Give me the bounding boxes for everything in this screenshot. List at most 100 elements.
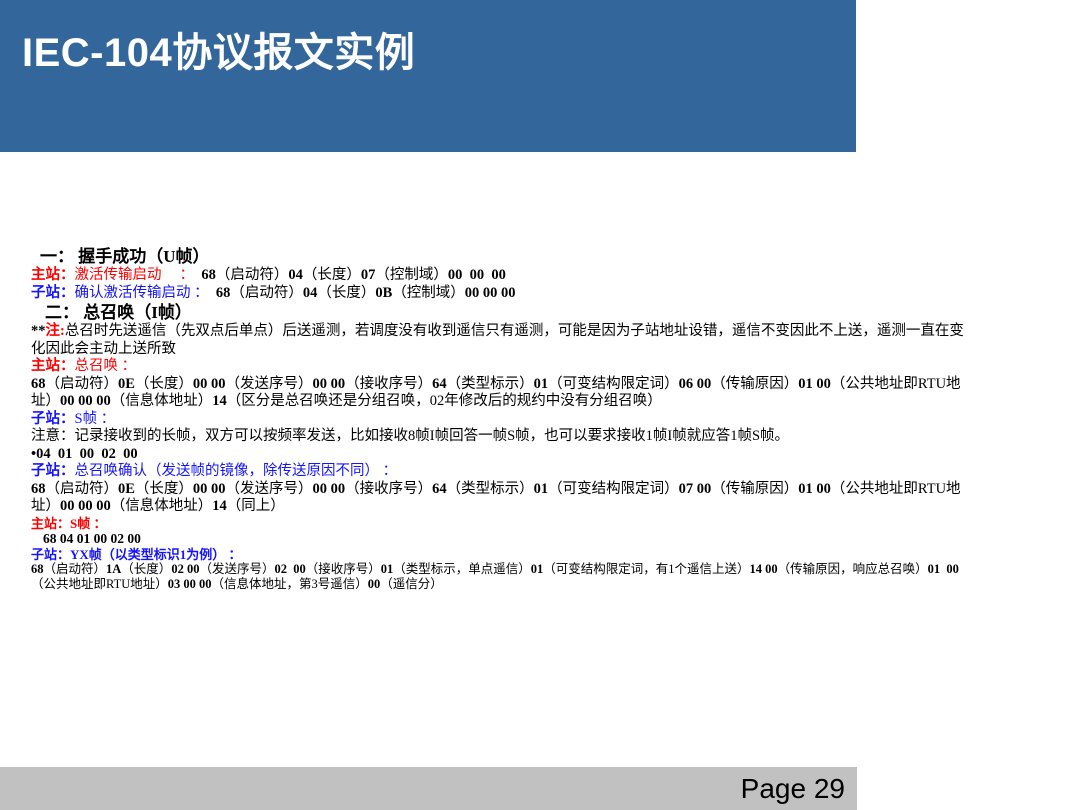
- page-title: IEC-104协议报文实例: [0, 0, 856, 76]
- text-segment: YX帧（以类型标识1为例） ：: [70, 547, 242, 562]
- text-segment: 07 00: [679, 481, 712, 497]
- text-segment: 01: [534, 376, 549, 392]
- text-segment: 01: [531, 562, 544, 576]
- text-segment: 01 00: [798, 481, 831, 497]
- text-segment: 04: [303, 285, 318, 301]
- text-segment: [209, 285, 216, 301]
- text-segment: （接收序号）: [345, 481, 432, 497]
- text-segment: 0B: [375, 285, 392, 301]
- text-segment: 07: [361, 267, 376, 283]
- text-segment: 06 00: [679, 376, 712, 392]
- text-segment: 68: [31, 481, 46, 497]
- slide-body-text: 一： 握手成功（U帧）主站：激活传输启动 ： 68（启动符）04（长度）07（控…: [31, 246, 969, 591]
- text-segment: 68 04 01 00 02 00: [43, 531, 141, 546]
- text-segment: （接收序号）: [306, 562, 381, 576]
- text-segment: 子站：: [31, 463, 75, 479]
- text-segment: 确认激活传输启动 ：: [75, 285, 209, 301]
- text-segment: （发送序号）: [226, 481, 313, 497]
- text-segment: 主站：: [31, 267, 75, 283]
- text-segment: 激活传输启动 ：: [75, 267, 195, 283]
- text-segment: （发送序号）: [199, 562, 274, 576]
- text-segment: （接收序号）: [345, 376, 432, 392]
- text-segment: 00 00 00: [465, 285, 516, 301]
- text-segment: 14: [212, 498, 227, 514]
- text-segment: 64: [432, 481, 447, 497]
- text-segment: S帧 ：: [70, 516, 106, 531]
- text-segment: 01 00: [798, 376, 831, 392]
- text-segment: （信息体地址，第3号遥信）: [212, 577, 368, 591]
- text-segment: 00 00: [313, 481, 346, 497]
- text-line: 68（启动符）1A（长度）02 00（发送序号）02 00（接收序号）01（类型…: [31, 562, 969, 591]
- text-segment: 二： 总召唤（I帧）: [45, 303, 192, 322]
- text-segment: （长度）: [135, 481, 193, 497]
- text-line: 子站：总召唤确认（发送帧的镜像，除传送原因不同） ：: [31, 463, 969, 481]
- text-segment: （传输原因）: [711, 481, 798, 497]
- text-segment: （同上）: [227, 498, 285, 514]
- text-segment: 00 00 00: [60, 393, 111, 409]
- text-segment: 01 00: [928, 562, 959, 576]
- text-segment: （类型标示）: [447, 376, 534, 392]
- text-segment: 68: [201, 267, 216, 283]
- text-segment: 01: [381, 562, 394, 576]
- text-line: 主站：总召唤 ：: [31, 358, 969, 376]
- text-segment: 02 00: [274, 562, 305, 576]
- text-segment: 14: [212, 393, 227, 409]
- text-segment: （启动符）: [46, 481, 119, 497]
- text-segment: 注意：记录接收到的长帧，双方可以按频率发送，比如接收8帧I帧回答一帧S帧，也可以…: [31, 428, 789, 444]
- text-segment: （公共地址即RTU地址）: [31, 577, 168, 591]
- text-segment: （发送序号）: [226, 376, 313, 392]
- text-segment: （传输原因）: [711, 376, 798, 392]
- text-segment: （长度）: [121, 562, 171, 576]
- text-line: 二： 总召唤（I帧）: [31, 303, 969, 322]
- text-segment: S帧 ：: [75, 411, 116, 427]
- text-line: **注:总召时先送遥信（先双点后单点）后送遥测，若调度没有收到遥信只有遥测，可能…: [31, 323, 969, 358]
- text-segment: 02 00: [171, 562, 199, 576]
- text-line: 68（启动符）0E（长度）00 00（发送序号）00 00（接收序号）64（类型…: [31, 481, 969, 516]
- text-segment: 总召时先送遥信（先双点后单点）后送遥测，若调度没有收到遥信只有遥测，可能是因为子…: [31, 323, 964, 357]
- text-segment: 注:: [46, 323, 65, 339]
- text-line: •04 01 00 02 00: [31, 446, 969, 464]
- text-segment: **: [31, 323, 46, 339]
- text-segment: 00: [368, 577, 381, 591]
- text-line: 注意：记录接收到的长帧，双方可以按频率发送，比如接收8帧I帧回答一帧S帧，也可以…: [31, 428, 969, 446]
- text-line: 子站：确认激活传输启动 ： 68（启动符）04（长度）0B（控制域）00 00 …: [31, 285, 969, 303]
- text-segment: （信息体地址）: [111, 498, 213, 514]
- text-segment: （长度）: [317, 285, 375, 301]
- text-segment: （启动符）: [44, 562, 107, 576]
- text-segment: （启动符）: [46, 376, 119, 392]
- text-segment: 总召唤 ：: [75, 358, 137, 374]
- text-segment: （传输原因，响应总召唤）: [778, 562, 928, 576]
- text-segment: •04 01 00 02 00: [31, 446, 138, 462]
- slide-header-bar: IEC-104协议报文实例: [0, 0, 856, 152]
- text-segment: 一： 握手成功（U帧）: [40, 247, 210, 266]
- text-segment: 04: [288, 267, 303, 283]
- text-segment: （遥信分）: [380, 577, 443, 591]
- text-segment: 子站：: [31, 411, 75, 427]
- text-line: 68（启动符）0E（长度）00 00（发送序号）00 00（接收序号）64（类型…: [31, 376, 969, 411]
- text-segment: 0E: [118, 481, 135, 497]
- text-segment: 68: [31, 562, 44, 576]
- page-number: Page 29: [741, 773, 857, 804]
- text-segment: 14 00: [750, 562, 778, 576]
- text-segment: 68: [31, 376, 46, 392]
- text-segment: （长度）: [303, 267, 361, 283]
- text-segment: 00 00 00: [448, 267, 506, 283]
- slide: IEC-104协议报文实例 一： 握手成功（U帧）主站：激活传输启动 ： 68（…: [0, 0, 1080, 810]
- text-segment: 子站：: [31, 547, 70, 562]
- text-segment: 00 00 00: [60, 498, 111, 514]
- text-segment: （启动符）: [230, 285, 303, 301]
- text-segment: 00 00: [193, 481, 226, 497]
- text-segment: 64: [432, 376, 447, 392]
- text-segment: 子站：: [31, 285, 75, 301]
- text-segment: 0E: [118, 376, 135, 392]
- text-segment: 01: [534, 481, 549, 497]
- text-segment: （控制域）: [392, 285, 465, 301]
- text-segment: （可变结构限定词）: [548, 376, 679, 392]
- text-segment: （启动符）: [216, 267, 289, 283]
- text-segment: （区分是总召唤还是分组召唤，02年修改后的规约中没有分组召唤）: [227, 393, 662, 409]
- text-line: 子站：YX帧（以类型标识1为例） ：: [31, 547, 969, 563]
- text-segment: （长度）: [135, 376, 193, 392]
- text-segment: （控制域）: [375, 267, 448, 283]
- text-line: 主站：激活传输启动 ： 68（启动符）04（长度）07（控制域）00 00 00: [31, 267, 969, 285]
- text-segment: （可变结构限定词）: [548, 481, 679, 497]
